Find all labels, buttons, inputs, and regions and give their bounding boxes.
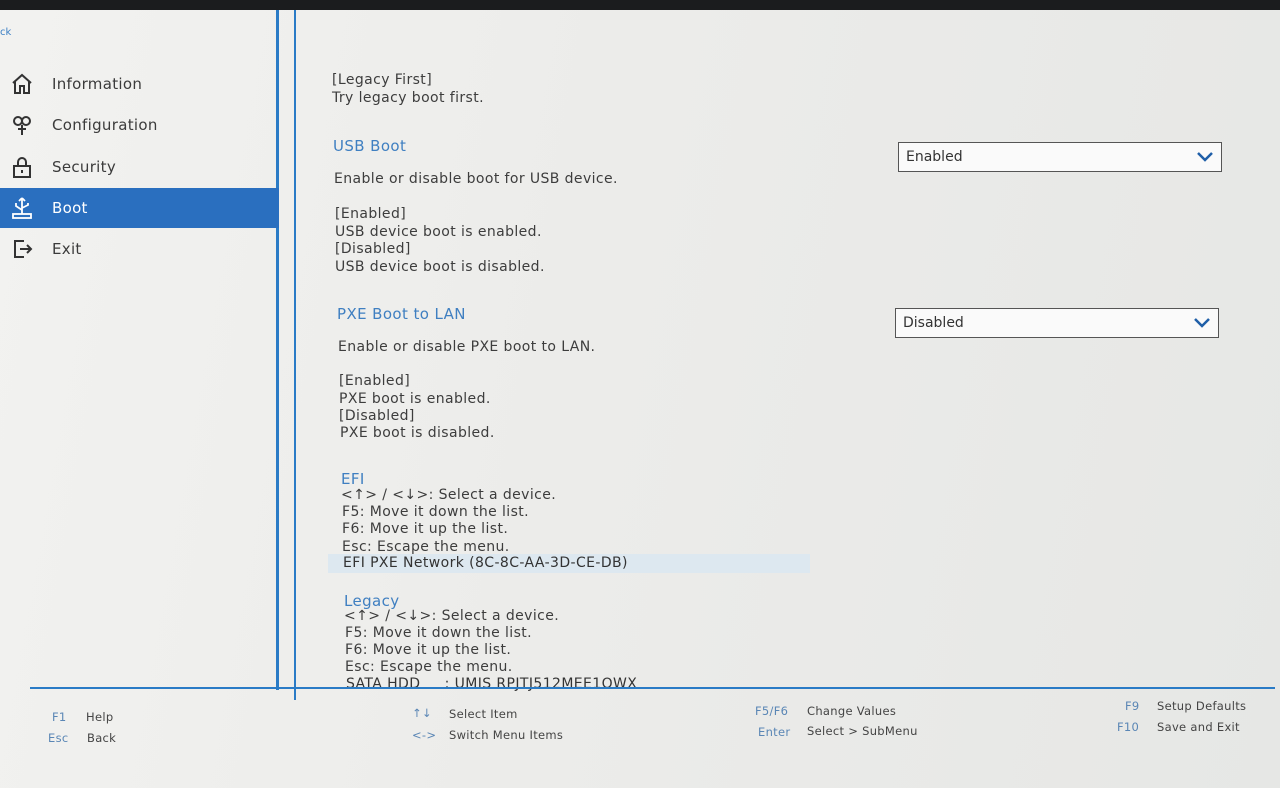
footer-label: Change Values: [807, 704, 897, 718]
usb-enabled-tag: [Enabled]: [335, 206, 407, 222]
footer-key: Esc: [48, 731, 69, 745]
usb-boot-title: USB Boot: [333, 137, 407, 155]
usb-enabled-desc: USB device boot is enabled.: [335, 224, 542, 240]
footer-label: Save and Exit: [1157, 720, 1240, 734]
usb-disabled-desc: USB device boot is disabled.: [335, 259, 545, 275]
footer-key: ↑↓: [412, 706, 432, 720]
legacy-help-line: F5: Move it down the list.: [345, 625, 533, 641]
footer-key: F5/F6: [755, 704, 789, 718]
legacy-device-item[interactable]: SATA HDD : UMIS RPJTJ512MEE1OWX: [346, 676, 637, 693]
footer-key: Enter: [758, 725, 791, 739]
chevron-down-icon: [1194, 318, 1210, 328]
pxe-disabled-tag: [Disabled]: [339, 408, 415, 424]
usb-boot-select[interactable]: Enabled: [898, 142, 1222, 172]
legacy-help-line: Esc: Escape the menu.: [345, 659, 513, 675]
efi-device-item[interactable]: EFI PXE Network (8C-8C-AA-3D-CE-DB): [343, 555, 628, 572]
footer-key: F9: [1125, 699, 1140, 713]
efi-help-line: F5: Move it down the list.: [342, 504, 530, 520]
efi-help-line: <↑> / <↓>: Select a device.: [341, 487, 557, 503]
legacy-help-line: <↑> / <↓>: Select a device.: [344, 608, 560, 624]
legacy-first-desc: Try legacy boot first.: [332, 90, 484, 106]
boot-settings-panel: [Legacy First] Try legacy boot first. US…: [0, 10, 1280, 700]
pxe-boot-value: Disabled: [903, 315, 964, 331]
chevron-down-icon: [1197, 152, 1213, 162]
legacy-help-line: F6: Move it up the list.: [345, 642, 512, 658]
footer-key: F1: [52, 710, 67, 724]
efi-help-line: F6: Move it up the list.: [342, 521, 509, 537]
pxe-enabled-desc: PXE boot is enabled.: [339, 391, 491, 407]
footer-label: Help: [86, 710, 114, 724]
footer-key: F10: [1117, 720, 1140, 734]
pxe-boot-desc: Enable or disable PXE boot to LAN.: [338, 339, 596, 355]
footer-label: Select > SubMenu: [807, 724, 918, 738]
usb-disabled-tag: [Disabled]: [335, 241, 411, 257]
bios-screen: ck Information Configuration Security Bo…: [0, 10, 1280, 788]
usb-boot-desc: Enable or disable boot for USB device.: [334, 171, 618, 187]
pxe-boot-select[interactable]: Disabled: [895, 308, 1219, 338]
footer-label: Setup Defaults: [1157, 699, 1247, 713]
footer-label: Switch Menu Items: [449, 728, 564, 742]
footer-key: <->: [412, 728, 437, 742]
usb-boot-value: Enabled: [906, 149, 963, 165]
pxe-enabled-tag: [Enabled]: [339, 373, 411, 389]
footer-divider: [30, 687, 1275, 689]
pxe-boot-title: PXE Boot to LAN: [337, 305, 466, 323]
footer-label: Select Item: [449, 707, 518, 721]
pxe-disabled-desc: PXE boot is disabled.: [340, 425, 495, 441]
legacy-first-tag: [Legacy First]: [332, 72, 433, 88]
efi-title: EFI: [341, 470, 365, 488]
footer-label: Back: [87, 731, 117, 745]
